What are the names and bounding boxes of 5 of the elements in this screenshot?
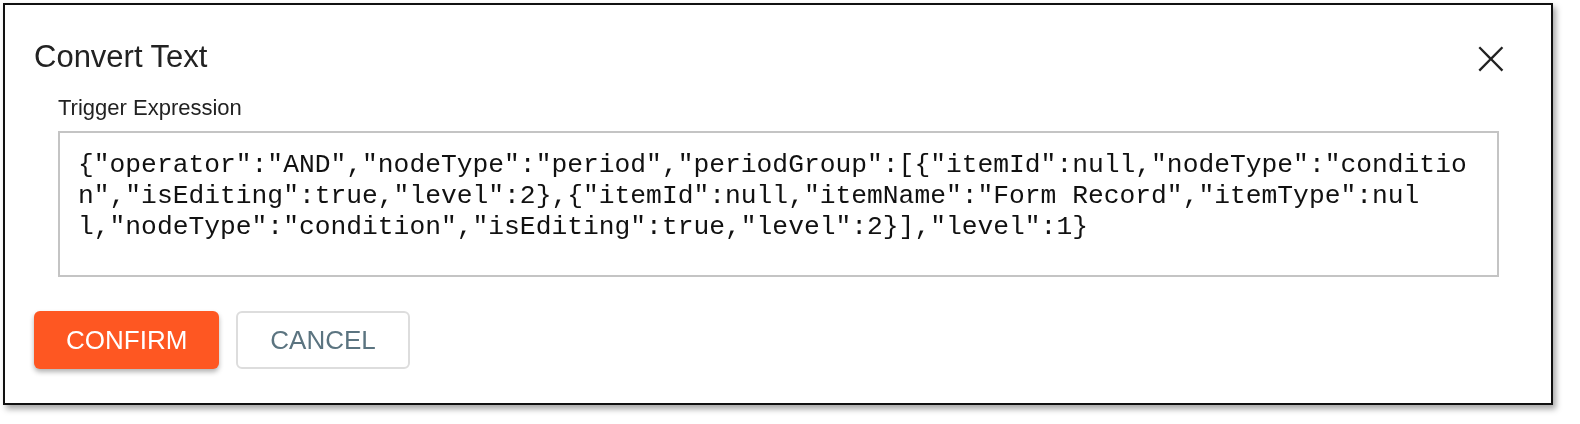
cancel-button[interactable]: CANCEL	[236, 311, 410, 369]
expression-field[interactable]: {"operator":"AND","nodeType":"period","periodGroup":[{"itemId":null,"nodeType":"condition","isEditing":true,"level":2},{"itemId":null,"itemName":"Form Record","itemType":null,"nodeType":"condition","isEditing":true,"level":2}],"level":1}	[58, 131, 1499, 277]
dialog-title: Convert Text	[34, 38, 208, 76]
close-button[interactable]: ×	[1470, 37, 1511, 77]
field-label: Trigger Expression	[58, 94, 243, 122]
